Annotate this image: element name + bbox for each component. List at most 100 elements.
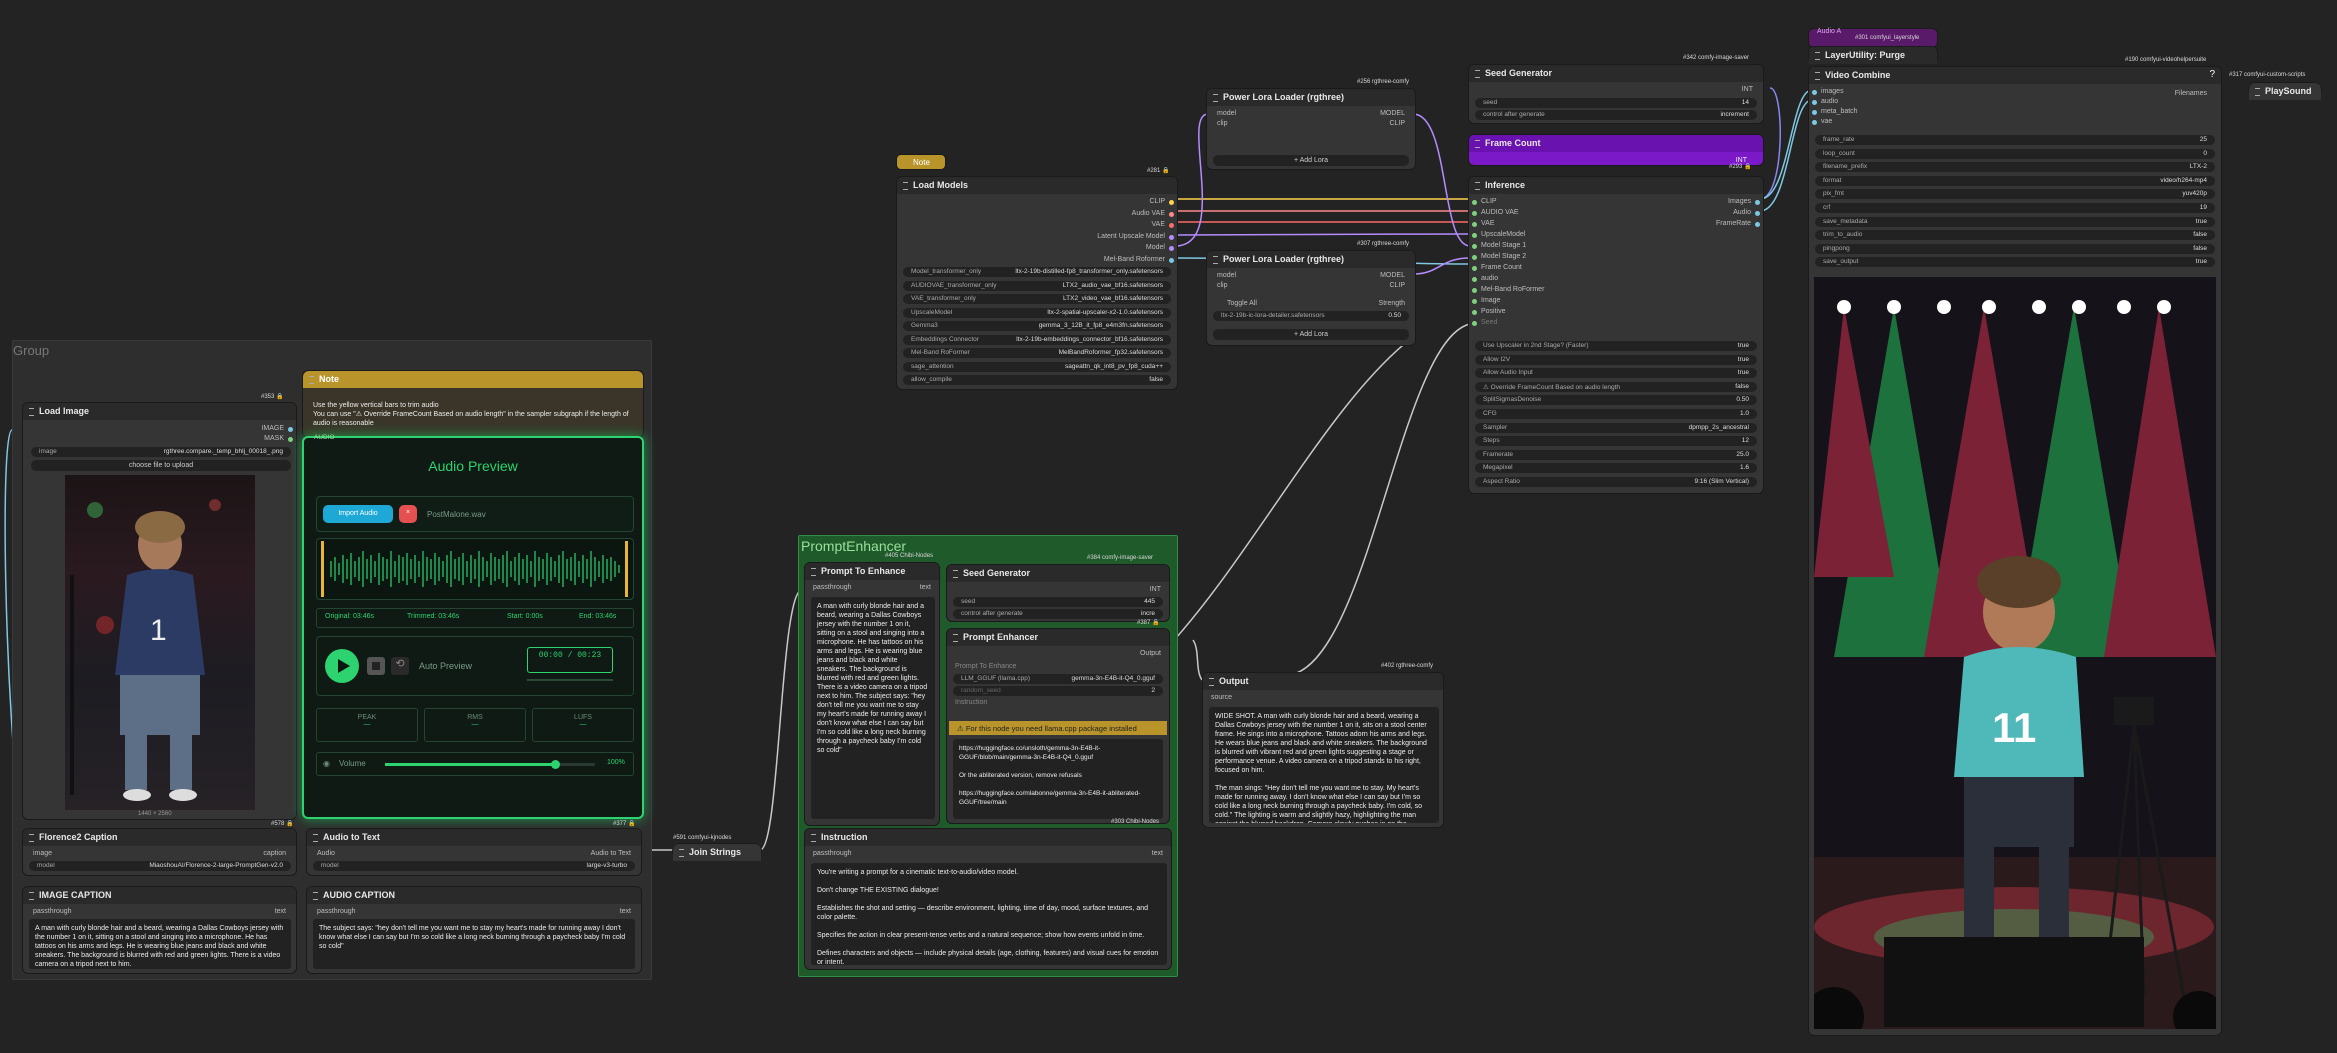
- video-widget[interactable]: save_output true: [1815, 257, 2215, 268]
- play-sound-node[interactable]: PlaySound #317 comfyui-custom-scripts: [2229, 72, 2322, 100]
- instruction-node[interactable]: Instruction #303 Chibi-Nodes passthrough…: [804, 819, 1172, 970]
- input-dot[interactable]: [1812, 100, 1817, 105]
- output-dot[interactable]: [1755, 222, 1760, 227]
- output-slot[interactable]: Audio VAE: [1132, 210, 1165, 217]
- output-dot[interactable]: [1755, 200, 1760, 205]
- model-widget[interactable]: sage_attention sageattn_qk_int8_pv_fp8_cu…: [903, 361, 1171, 372]
- model-widget[interactable]: Embeddings Connector ltx-2-19b-embeddings…: [903, 334, 1171, 345]
- input-dot[interactable]: [1472, 277, 1477, 282]
- input-passthrough[interactable]: passthrough: [813, 850, 852, 857]
- input-instruction[interactable]: Instruction: [955, 699, 987, 706]
- add-lora-button[interactable]: + Add Lora: [1213, 329, 1409, 340]
- output-slot[interactable]: Images: [1728, 198, 1751, 205]
- input-dot[interactable]: [1472, 244, 1477, 249]
- video-widget[interactable]: loop_count 0: [1815, 148, 2215, 159]
- output-filenames[interactable]: Filenames: [2175, 90, 2207, 97]
- input-passthrough[interactable]: passthrough: [813, 584, 852, 591]
- output[interactable]: Output: [1140, 650, 1161, 657]
- input-passthrough[interactable]: passthrough: [33, 908, 72, 915]
- note-mid[interactable]: Note Use the yellow vertical bars to tri…: [302, 370, 644, 438]
- input-slot[interactable]: vae: [1821, 118, 1832, 125]
- input-slot[interactable]: audio: [1481, 275, 1498, 282]
- inference-widget[interactable]: ⚠ Override FrameCount Based on audio len…: [1475, 381, 1757, 392]
- power-lora-loader-1[interactable]: Power Lora Loader (rgthree) #256 rgthree…: [1206, 79, 1416, 170]
- video-widget[interactable]: filename_prefix LTX-2: [1815, 162, 2215, 173]
- lora-row[interactable]: ltx-2-19b-ic-lora-detailer.safetensors 0.…: [1213, 311, 1409, 321]
- output-model[interactable]: MODEL: [1380, 110, 1405, 117]
- output-dot[interactable]: [1169, 223, 1174, 228]
- output-caption[interactable]: caption: [263, 850, 286, 857]
- output-mask[interactable]: MASK: [264, 435, 284, 442]
- input-clip[interactable]: clip: [1217, 120, 1228, 127]
- input-dot[interactable]: [1472, 233, 1477, 238]
- input-slot[interactable]: Model Stage 1: [1481, 242, 1526, 249]
- florence2-caption-node[interactable]: Florence2 Caption #578 🔒 image caption m…: [22, 821, 297, 876]
- output-text[interactable]: WIDE SHOT. A man with curly blonde hair …: [1209, 707, 1439, 823]
- output-slot[interactable]: FrameRate: [1716, 220, 1751, 227]
- input-dot[interactable]: [1472, 200, 1477, 205]
- input-dot[interactable]: [1472, 310, 1477, 315]
- volume-slider[interactable]: [385, 760, 595, 769]
- toggle-all[interactable]: Toggle All: [1227, 300, 1257, 307]
- video-widget[interactable]: pix_fmt yuv420p: [1815, 189, 2215, 200]
- model-widget[interactable]: AUDIOVAE_transformer_only LTX2_audio_vae_…: [903, 280, 1171, 291]
- load-models-node[interactable]: Load Models #281 🔒 CLIP Audio VAE VAE Laten…: [896, 168, 1178, 390]
- input-dot[interactable]: [1472, 266, 1477, 271]
- input-slot[interactable]: audio: [1821, 98, 1838, 105]
- output-dot[interactable]: [1169, 211, 1174, 217]
- input-dot[interactable]: [1472, 321, 1477, 326]
- prompt-text[interactable]: A man with curly blonde hair and a beard…: [811, 597, 935, 819]
- inference-widget[interactable]: Aspect Ratio 9:16 (Slim Vertical): [1475, 477, 1757, 487]
- input-slot[interactable]: Seed: [1481, 319, 1497, 326]
- output-dot[interactable]: [1169, 200, 1174, 205]
- seed-generator-top[interactable]: Seed Generator #342 comfy-image-saver IN…: [1468, 55, 1764, 124]
- input-slot[interactable]: Positive: [1481, 308, 1506, 315]
- load-image-node[interactable]: Load Image #353 🔒 IMAGE MASK image rgthre…: [22, 394, 297, 820]
- instruction-text[interactable]: You're writing a prompt for a cinematic …: [811, 863, 1167, 965]
- layer-utility-purge-title[interactable]: LayerUtility: Purge #301 comfyui_layerst…: [1808, 35, 1938, 64]
- output-dot[interactable]: [1169, 257, 1174, 263]
- add-lora-button[interactable]: + Add Lora: [1213, 155, 1409, 166]
- control-after-generate-select[interactable]: control after generate incre: [953, 609, 1163, 619]
- output-dot[interactable]: [1169, 234, 1174, 240]
- output-clip[interactable]: CLIP: [1389, 282, 1405, 289]
- input-slot[interactable]: CLIP: [1481, 198, 1497, 205]
- inference-widget[interactable]: Steps 12: [1475, 436, 1757, 447]
- caption-text[interactable]: A man with curly blonde hair and a beard…: [29, 919, 291, 969]
- model-widget[interactable]: allow_compile false: [903, 375, 1171, 385]
- input-dot[interactable]: [1472, 222, 1477, 227]
- inference-widget[interactable]: Use Upscaler in 2nd Stage? (Faster) true: [1475, 341, 1757, 351]
- model-widget[interactable]: VAE_transformer_only LTX2_video_vae_bf16.…: [903, 294, 1171, 304]
- output-slot[interactable]: Audio: [1733, 209, 1751, 216]
- input-slot[interactable]: Model Stage 2: [1481, 253, 1526, 260]
- model-select[interactable]: model MiaoshouAI/Florence-2-large-PromptG…: [29, 861, 291, 871]
- input-model[interactable]: model: [1217, 272, 1236, 279]
- input-dot[interactable]: [1812, 120, 1817, 125]
- input-slot[interactable]: meta_batch: [1821, 108, 1858, 115]
- model-widget[interactable]: UpscaleModel ltx-2-spatial-upscaler-x2-1.…: [903, 307, 1171, 318]
- inference-widget[interactable]: Megapixel 1.6: [1475, 463, 1757, 474]
- input-passthrough[interactable]: passthrough: [317, 908, 356, 915]
- video-widget[interactable]: pingpong false: [1815, 243, 2215, 254]
- model-links[interactable]: https://huggingface.co/unsloth/gemma-3n-…: [953, 739, 1163, 819]
- inference-widget[interactable]: Sampler dpmpp_2s_ancestral: [1475, 422, 1757, 433]
- random-seed-input[interactable]: random_seed 2: [953, 686, 1163, 696]
- audio-to-text-node[interactable]: Audio to Text #377 🔒 Audio Audio to Text…: [306, 821, 642, 876]
- model-select[interactable]: model large-v3-turbo: [313, 861, 635, 871]
- output-dot[interactable]: [1755, 211, 1760, 216]
- image-caption-node[interactable]: IMAGE CAPTION passthrough text A man wit…: [22, 886, 297, 974]
- inference-widget[interactable]: CFG 1.0: [1475, 409, 1757, 419]
- output-slot[interactable]: Mel-Band Roformer: [1104, 256, 1165, 263]
- output-text[interactable]: text: [620, 908, 631, 915]
- output-int[interactable]: INT: [1742, 86, 1753, 93]
- loop-button[interactable]: ⟲: [391, 657, 409, 675]
- inference-widget[interactable]: SplitSigmasDenoise 0.50: [1475, 395, 1757, 406]
- model-widget[interactable]: Gemma3 gemma_3_12B_it_fp8_e4m3fn.safetens…: [903, 321, 1171, 331]
- progress-bar[interactable]: [527, 679, 613, 681]
- output-text[interactable]: text: [275, 908, 286, 915]
- image-select[interactable]: image rgthree.compare._temp_bhlj_00018_.p…: [31, 447, 291, 457]
- output-slot[interactable]: Model: [1146, 244, 1165, 251]
- input-dot[interactable]: [1472, 211, 1477, 216]
- video-widget[interactable]: frame_rate 25: [1815, 135, 2215, 145]
- prompt-to-enhance-node[interactable]: Prompt To Enhance #405 Chibi-Nodes passt…: [804, 553, 940, 826]
